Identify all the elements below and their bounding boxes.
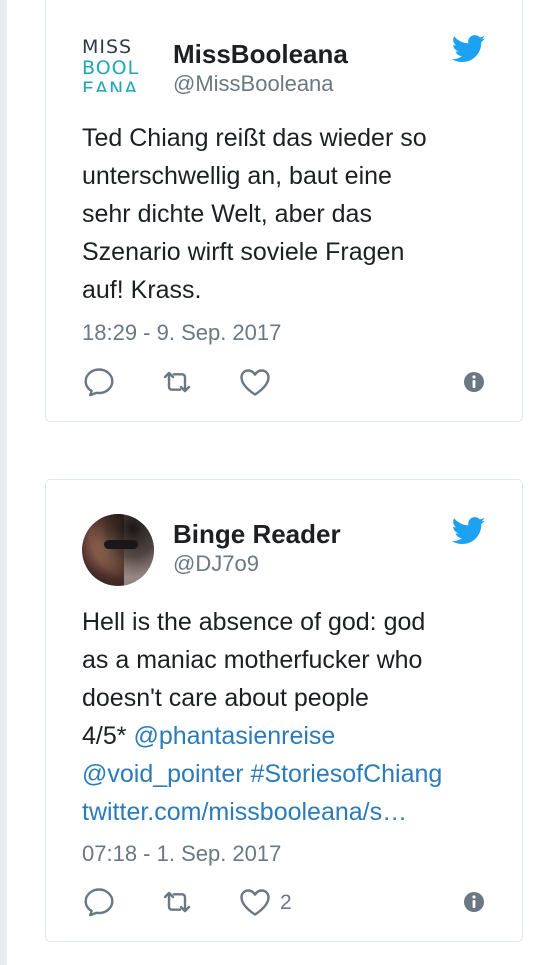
retweet-icon[interactable]: [160, 885, 194, 919]
author-handle[interactable]: @MissBooleana: [173, 71, 334, 97]
logo-text-line: EANA: [82, 79, 139, 92]
reply-icon[interactable]: [82, 885, 116, 919]
info-icon[interactable]: [457, 885, 491, 919]
tweet-text-plain: Hell is the absence of god: god: [82, 608, 426, 636]
avatar-hair: [82, 514, 154, 586]
tweet-text-plain: as a maniac motherfucker who: [82, 646, 423, 674]
tweet-timestamp[interactable]: 07:18 - 1. Sep. 2017: [82, 841, 281, 867]
info-icon[interactable]: [457, 365, 491, 399]
tweet-card[interactable]: Binge Reader @DJ7o9 Hell is the absence …: [45, 479, 523, 942]
avatar[interactable]: MISS BOOL EANA: [82, 37, 154, 109]
tweet-text-line: @void_pointer #StoriesofChiang: [82, 755, 512, 793]
tweet-text-line: twitter.com/missbooleana/s…: [82, 793, 512, 831]
twitter-bird-icon[interactable]: [452, 35, 486, 63]
left-divider: [0, 0, 7, 965]
tweet-card[interactable]: MISS BOOL EANA MissBooleana @MissBoolean…: [45, 0, 523, 422]
tweet-text-plain: doesn't care about people: [82, 684, 369, 712]
heart-icon[interactable]: [238, 885, 272, 919]
logo-text-line: BOOL: [82, 57, 140, 79]
tweet-text-line: 4/5* @phantasienreise: [82, 717, 512, 755]
tweet-text-line: sehr dichte Welt, aber das: [82, 200, 372, 228]
reply-icon[interactable]: [82, 365, 116, 399]
author-name[interactable]: MissBooleana: [173, 39, 348, 70]
tweet-text: Hell is the absence of god: god as a man…: [82, 603, 512, 831]
embedded-tweets-page: MISS BOOL EANA MissBooleana @MissBoolean…: [0, 0, 537, 965]
avatar[interactable]: [82, 514, 154, 586]
tweet-timestamp[interactable]: 18:29 - 9. Sep. 2017: [82, 320, 281, 346]
mention-hashtag-links[interactable]: @void_pointer #StoriesofChiang: [82, 760, 442, 788]
retweet-icon[interactable]: [160, 365, 194, 399]
tweet-text: Ted Chiang reißt das wieder so unterschw…: [82, 119, 512, 309]
twitter-bird-icon[interactable]: [452, 517, 486, 545]
author-name[interactable]: Binge Reader: [173, 519, 341, 550]
heart-icon[interactable]: [238, 365, 272, 399]
tweet-text-line: doesn't care about people: [82, 679, 512, 717]
tweet-text-line: unterschwellig an, baut eine: [82, 162, 392, 190]
tweet-text-line: as a maniac motherfucker who: [82, 641, 512, 679]
avatar-sunglasses: [104, 540, 138, 549]
quoted-tweet-link[interactable]: twitter.com/missbooleana/s…: [82, 798, 407, 826]
like-count: 2: [280, 891, 292, 914]
tweet-text-line: auf! Krass.: [82, 276, 202, 304]
tweet-text-plain: 4/5*: [82, 722, 134, 750]
logo-text-line: MISS: [82, 37, 133, 58]
tweet-text-line: Szenario wirft soviele Fragen: [82, 238, 405, 266]
tweet-text-line: Ted Chiang reißt das wieder so: [82, 124, 427, 152]
mention-link[interactable]: @phantasienreise: [133, 722, 335, 750]
tweet-text-line: Hell is the absence of god: god: [82, 603, 512, 641]
author-handle[interactable]: @DJ7o9: [173, 551, 259, 577]
